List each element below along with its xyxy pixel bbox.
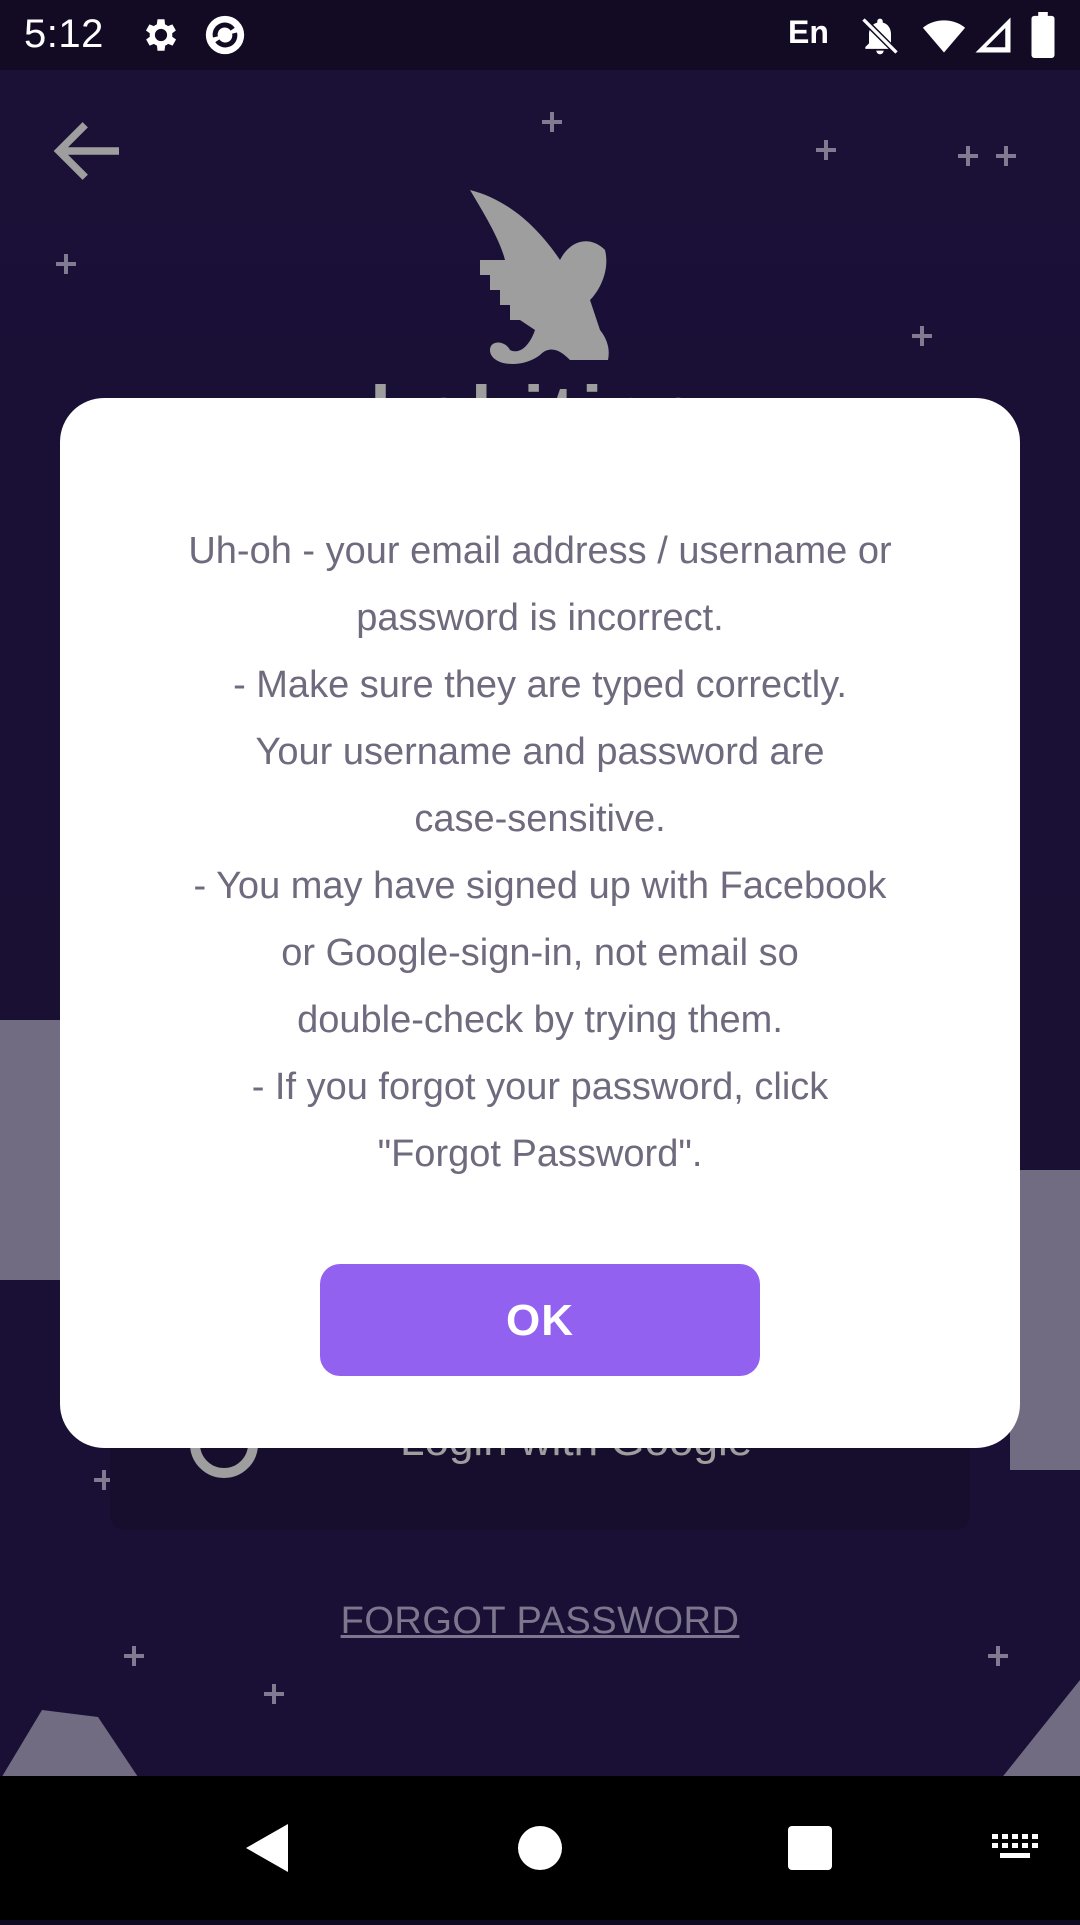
app-sync-icon: [202, 12, 248, 63]
message-line: Your username and password are: [255, 731, 825, 773]
language-indicator: En: [788, 14, 829, 50]
message-line: - Make sure they are typed correctly.: [233, 664, 847, 706]
nav-recents-button[interactable]: [760, 1776, 860, 1920]
message-line: double-check by trying them.: [297, 999, 783, 1041]
wifi-icon: [922, 14, 966, 63]
nav-back-icon: [246, 1824, 288, 1872]
ok-button[interactable]: OK: [320, 1264, 760, 1376]
signal-icon: [972, 14, 1014, 61]
nav-recents-icon: [788, 1826, 832, 1870]
nav-back-button[interactable]: [220, 1776, 320, 1920]
message-line: case-sensitive.: [414, 798, 666, 840]
message-line: Uh-oh - your email address / username or: [188, 530, 892, 572]
message-line: password is incorrect.: [356, 597, 724, 639]
nav-home-button[interactable]: [490, 1776, 590, 1920]
nav-home-icon: [518, 1826, 562, 1870]
message-line: "Forgot Password".: [377, 1133, 703, 1175]
message-line: - You may have signed up with Facebook: [193, 865, 887, 907]
keyboard-toggle-button[interactable]: [980, 1776, 1050, 1920]
system-navigation-bar: [0, 1776, 1080, 1920]
settings-icon: [140, 14, 182, 61]
keyboard-icon: [992, 1834, 1038, 1858]
message-line: - If you forgot your password, click: [251, 1066, 829, 1108]
status-bar: 5:12 En: [0, 0, 1080, 70]
login-error-dialog: Uh-oh - your email address / username or…: [60, 398, 1020, 1448]
status-time: 5:12: [24, 12, 104, 56]
dialog-message: Uh-oh - your email address / username or…: [130, 518, 950, 1188]
battery-icon: [1030, 12, 1056, 63]
notifications-off-icon: [858, 14, 902, 63]
message-line: or Google-sign-in, not email so: [281, 932, 799, 974]
